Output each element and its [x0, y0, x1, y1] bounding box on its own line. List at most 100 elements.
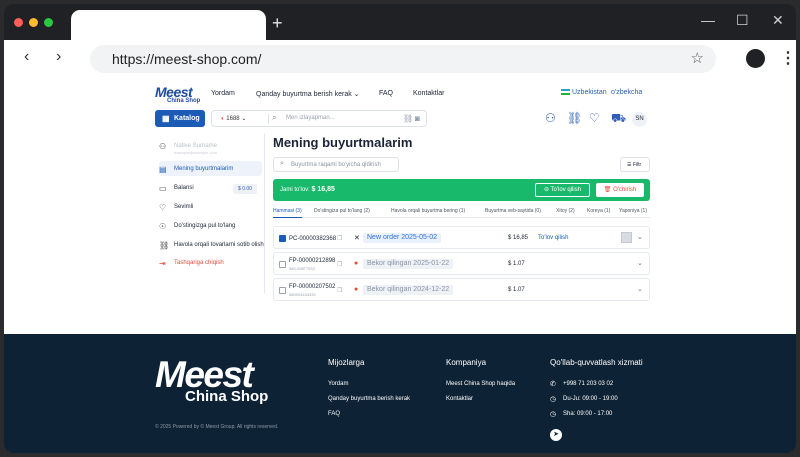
order-number: FP-00000207502: [289, 284, 336, 290]
catalog-button[interactable]: ▦ Katalog: [155, 110, 205, 127]
footer: Meest China Shop © 2025 Powered by © Mee…: [4, 334, 796, 453]
delete-button[interactable]: 🗑 O'chirish: [596, 183, 644, 197]
copy-icon[interactable]: ❐: [337, 287, 342, 294]
tab-china[interactable]: Xitoy (2): [556, 208, 575, 214]
tab-website-orders[interactable]: Buyurtma veb-saytida (0): [485, 208, 541, 214]
filter-button[interactable]: ☰ Filtr: [620, 157, 650, 172]
tab-order-by-link[interactable]: Havola orqali buyurtma bering (1): [391, 208, 465, 214]
support-hours-saturday: Sha: 09:00 - 17:00: [563, 411, 613, 417]
order-sub-number: 380-09877532: [289, 266, 315, 271]
search-input[interactable]: Men izlayapman...: [286, 115, 335, 121]
status-badge: Bekor qilingan 2025-01-22: [363, 259, 454, 269]
copy-icon[interactable]: ❐: [337, 235, 342, 242]
site-logo[interactable]: Meest China Shop: [155, 84, 200, 104]
tab-korea[interactable]: Koreya (1): [587, 208, 610, 214]
source-site-icon: ●: [354, 286, 359, 293]
heart-icon: ♡: [159, 203, 167, 212]
table-row[interactable]: FP-00000212898 380-09877532 ❐ ● Bekor qi…: [273, 252, 650, 275]
footer-link-faq[interactable]: FAQ: [328, 411, 340, 417]
table-row[interactable]: PC-00000382368 ❐ ✕ New order 2025-05-02 …: [273, 226, 650, 249]
restore-icon[interactable]: ☐: [736, 12, 749, 29]
footer-logo-sub: China Shop: [185, 388, 269, 405]
camera-icon[interactable]: ◙: [415, 114, 420, 123]
footer-link-about[interactable]: Meest China Shop haqida: [446, 381, 515, 387]
minimize-icon[interactable]: —: [701, 12, 715, 28]
close-window-dot[interactable]: [14, 18, 23, 27]
trash-icon: 🗑: [603, 187, 612, 193]
product-thumbnail: [621, 232, 632, 243]
title-bar: + — ☐ ✕: [4, 4, 796, 41]
order-number: FP-00000212898: [289, 258, 336, 264]
avatar[interactable]: SN: [632, 112, 647, 127]
minimize-window-dot[interactable]: [29, 18, 38, 27]
language-selector[interactable]: o'zbekcha: [611, 89, 642, 96]
clock-icon: ◷: [550, 396, 557, 403]
tab-pay-for-friend[interactable]: Do'stingiza pul to'lang (2): [314, 208, 370, 214]
nav-contacts[interactable]: Kontaktlar: [413, 90, 445, 97]
search-icon: ⌕: [280, 160, 284, 167]
pay-button[interactable]: ⊖ To'lov qilish: [535, 183, 590, 197]
page-title: Mening buyurtmalarim: [273, 135, 413, 150]
url-text: https://meest-shop.com/: [112, 51, 262, 67]
order-number: PC-00000382368: [289, 236, 337, 242]
link-icon[interactable]: ⛓: [567, 111, 582, 125]
chevron-down-icon[interactable]: ⌄: [637, 233, 643, 241]
footer-link-contacts[interactable]: Kontaktlar: [446, 396, 473, 402]
status-badge: New order 2025-05-02: [363, 233, 442, 243]
profile-icon[interactable]: [746, 49, 765, 68]
user-icon: ⚇: [159, 142, 167, 151]
address-bar-row: ‹ › https://meest-shop.com/ ☆ ⋮: [4, 40, 796, 78]
footer-link-help[interactable]: Yordam: [328, 381, 348, 387]
filter-icon: ☰: [627, 162, 632, 168]
forward-icon[interactable]: ›: [56, 48, 61, 66]
order-checkbox[interactable]: [279, 261, 286, 268]
footer-col-company-title: Kompaniya: [446, 358, 487, 367]
support-hours-weekdays: Du-Ju: 09:00 - 19:00: [563, 396, 618, 402]
country-selector[interactable]: Uzbekistan: [561, 89, 607, 96]
nav-how-to-order[interactable]: Qanday buyurtma berish kerak ⌄: [256, 90, 360, 98]
copyright-text: © 2025 Powered by © Meest Group. All rig…: [155, 424, 279, 430]
back-icon[interactable]: ‹: [24, 48, 29, 66]
search-icon: ⌕: [272, 113, 277, 122]
new-tab-button[interactable]: +: [272, 14, 283, 32]
source-site-selector[interactable]: ◐ 1688 ⌄: [221, 115, 246, 122]
order-checkbox[interactable]: [279, 287, 286, 294]
pay-icon: ⊖: [543, 187, 549, 193]
user-account-icon[interactable]: ⚇: [545, 111, 556, 125]
url-field[interactable]: https://meest-shop.com/ ☆: [90, 45, 716, 73]
footer-link-how-to-order[interactable]: Qanday buyurtma berish kerak: [328, 396, 410, 402]
order-sub-number: 380904443332: [289, 292, 316, 297]
favorites-heart-icon[interactable]: ♡: [589, 111, 600, 125]
order-pay-link[interactable]: To'lov qilish: [538, 235, 569, 241]
wallet-icon: ▭: [159, 184, 167, 193]
close-icon[interactable]: ✕: [772, 12, 784, 29]
link-paste-icon[interactable]: ⛓: [403, 114, 413, 123]
clock-icon: ◷: [550, 411, 557, 418]
menu-kebab-icon[interactable]: ⋮: [780, 48, 796, 68]
support-phone[interactable]: +998 71 203 03 02: [563, 381, 613, 387]
footer-logo[interactable]: Meest China Shop: [155, 354, 268, 405]
cart-icon[interactable]: ⛟: [611, 111, 626, 127]
order-price: $ 1.07: [508, 287, 525, 293]
table-row[interactable]: FP-00000207502 380904443332 ❐ ● Bekor qi…: [273, 278, 650, 301]
clipboard-icon: ▤: [159, 165, 167, 174]
tab-all[interactable]: Hammasi (3): [273, 208, 302, 218]
footer-col-customers-title: Mijozlarga: [328, 358, 365, 367]
copy-icon[interactable]: ❐: [337, 261, 342, 268]
chevron-down-icon[interactable]: ⌄: [637, 259, 643, 267]
nav-help[interactable]: Yordam: [211, 90, 235, 97]
bookmark-star-icon[interactable]: ☆: [691, 49, 704, 67]
maximize-window-dot[interactable]: [44, 18, 53, 27]
order-checkbox[interactable]: [279, 235, 286, 242]
browser-tab[interactable]: [71, 10, 266, 41]
source-site-icon: ●: [354, 260, 359, 267]
chevron-down-icon[interactable]: ⌄: [637, 285, 643, 293]
product-search-bar[interactable]: ◐ 1688 ⌄ ⌕ Men izlayapman... ⛓ ◙: [211, 110, 427, 127]
tab-japan[interactable]: Yaponiya (1): [619, 208, 647, 214]
uzbekistan-flag-icon: [561, 89, 570, 96]
link-icon: ⛓: [159, 241, 170, 250]
nav-faq[interactable]: FAQ: [379, 90, 393, 97]
order-search-input[interactable]: ⌕ Buyurtma raqami bo'yicha qidirish: [273, 157, 399, 172]
page-content: Meest China Shop Yordam Qanday buyurtma …: [4, 78, 796, 338]
telegram-icon[interactable]: ➤: [550, 429, 562, 441]
